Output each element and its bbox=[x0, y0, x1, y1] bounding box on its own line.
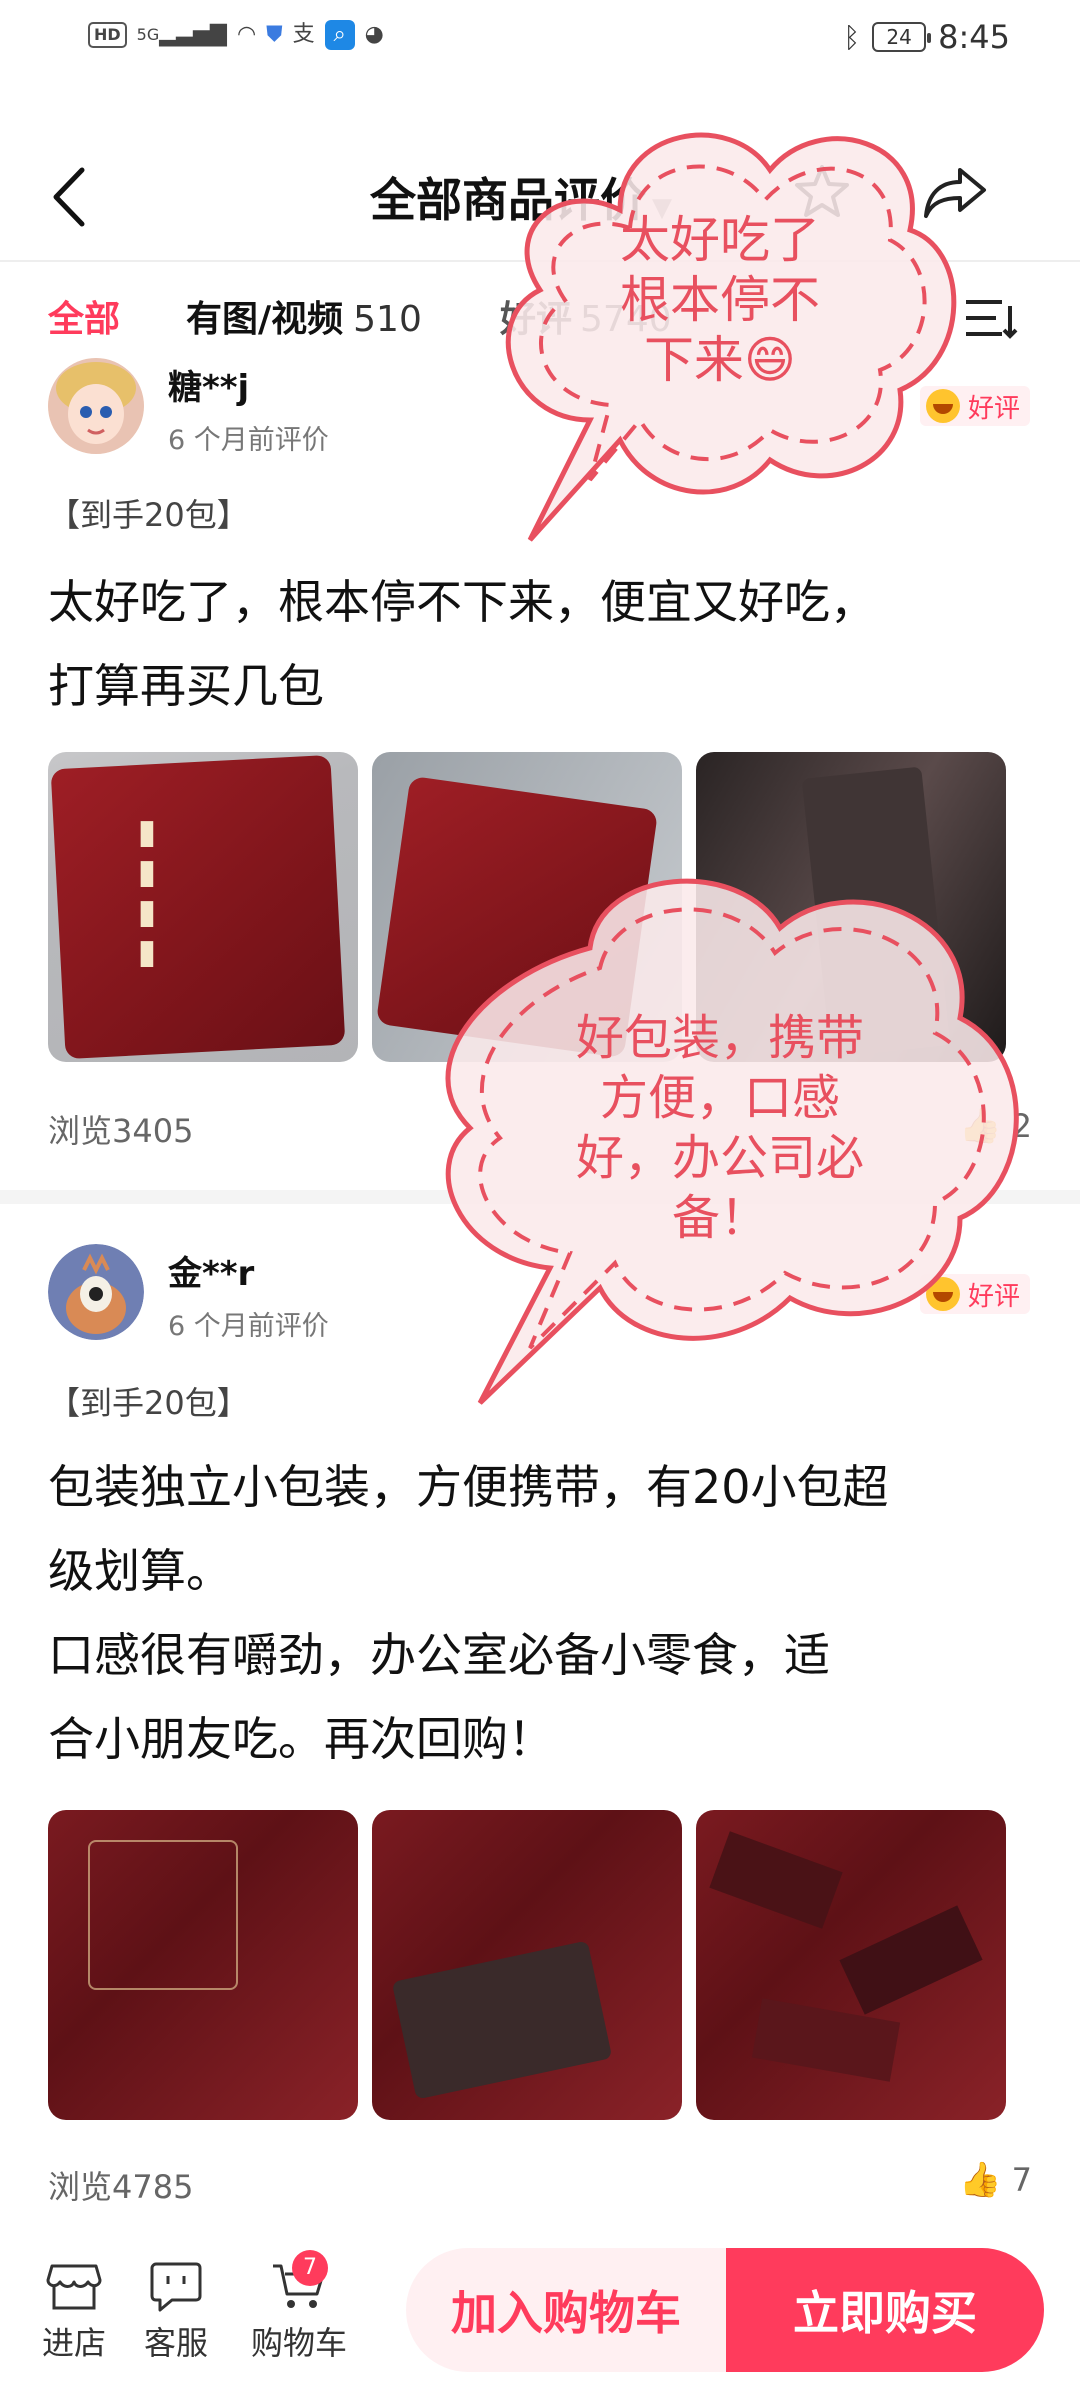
store-button[interactable]: 进店 bbox=[24, 2260, 124, 2364]
filter-menu-icon[interactable] bbox=[962, 296, 1026, 340]
hd-icon: HD bbox=[88, 22, 127, 48]
back-arrow-icon[interactable] bbox=[46, 162, 96, 232]
shield-icon: ⛊ bbox=[266, 22, 283, 47]
review-username[interactable]: 糖**j bbox=[168, 360, 249, 409]
review-photo[interactable]: ▮▮▮▮ bbox=[48, 752, 358, 1062]
review-text: 太好吃了，根本停不下来，便宜又好吃， 打算再买几包 bbox=[48, 575, 876, 713]
avatar[interactable] bbox=[48, 1244, 144, 1340]
rating-label: 好评 bbox=[967, 393, 1020, 424]
tab-all[interactable]: 全部 bbox=[48, 290, 120, 342]
product-strip-image bbox=[709, 1831, 843, 1929]
view-count: 浏览3405 bbox=[48, 1112, 194, 1150]
thumbs-up-icon: 👍 bbox=[959, 2160, 1002, 2200]
signal-icon: 5G▂▃▅▇ bbox=[136, 22, 227, 47]
review-spec: 【到手20包】 bbox=[48, 496, 249, 534]
bluetooth-icon: ᛒ bbox=[843, 20, 861, 54]
speech-bubble-overlay: 太好吃了 根本停不 下来😄 bbox=[470, 100, 970, 560]
customer-service-button[interactable]: 客服 bbox=[126, 2260, 226, 2364]
clock: 8:45 bbox=[938, 18, 1010, 56]
bubble-text: 好包装，携带 方便，口感 好，办公司必 备！ bbox=[575, 1010, 864, 1246]
cart-label: 购物车 bbox=[250, 2324, 347, 2362]
wifi-icon: ◠ bbox=[236, 22, 257, 47]
bottom-action-bar: 进店 客服 7 购物车 加入购物车 立即购买 bbox=[0, 2230, 1080, 2400]
review-text: 包装独立小包装，方便携带，有20小包超 级划算。 口感很有嚼劲，办公室必备小零食… bbox=[48, 1460, 889, 1766]
bubble-text: 太好吃了 根本停不 下来😄 bbox=[620, 211, 820, 389]
review-spec: 【到手20包】 bbox=[48, 1384, 249, 1422]
wechat-icon: ◕ bbox=[364, 22, 384, 47]
add-to-cart-button[interactable]: 加入购物车 bbox=[406, 2248, 726, 2372]
tab-image-video[interactable]: 有图/视频 510 bbox=[186, 290, 422, 342]
product-bag-image bbox=[50, 754, 346, 1060]
status-left-icons: HD 5G▂▃▅▇ ◠ ⛊ 支 ⌕ ◕ bbox=[88, 20, 384, 50]
chat-icon bbox=[150, 2262, 202, 2312]
view-count: 浏览4785 bbox=[48, 2168, 194, 2206]
review-username[interactable]: 金**r bbox=[168, 1246, 254, 1295]
alipay-icon: 支 bbox=[292, 22, 315, 47]
buy-now-button[interactable]: 立即购买 bbox=[726, 2248, 1044, 2372]
like-count: 7 bbox=[1011, 2161, 1032, 2199]
tab-image-video-count: 510 bbox=[353, 299, 422, 340]
review-photos bbox=[48, 1810, 1006, 2120]
tab-image-video-label: 有图/视频 bbox=[186, 299, 344, 340]
review-time: 6 个月前评价 bbox=[168, 425, 329, 456]
like-button[interactable]: 👍 7 bbox=[959, 2160, 1032, 2200]
status-right: ᛒ 24 8:45 bbox=[843, 18, 1010, 56]
review-photo[interactable] bbox=[696, 1810, 1006, 2120]
cart-count-badge: 7 bbox=[292, 2250, 328, 2286]
avatar[interactable] bbox=[48, 358, 144, 454]
review-photo[interactable] bbox=[48, 1810, 358, 2120]
battery-icon: 24 bbox=[872, 22, 932, 52]
tab-all-label: 全部 bbox=[48, 299, 121, 340]
review-time: 6 个月前评价 bbox=[168, 1311, 329, 1342]
speech-bubble-overlay: 好包装，携带 方便，口感 好，办公司必 备！ bbox=[400, 858, 1040, 1418]
product-strip-image bbox=[391, 1940, 613, 2100]
store-icon bbox=[46, 2264, 102, 2310]
cart-button[interactable]: 7 购物车 bbox=[234, 2250, 364, 2364]
bag-print bbox=[88, 1840, 238, 1990]
product-strip-image bbox=[839, 1905, 983, 2015]
review-photo[interactable] bbox=[372, 1810, 682, 2120]
service-label: 客服 bbox=[143, 2324, 208, 2362]
store-label: 进店 bbox=[41, 2324, 106, 2362]
status-bar: HD 5G▂▃▅▇ ◠ ⛊ 支 ⌕ ◕ ᛒ 24 8:45 bbox=[0, 0, 1080, 80]
search-app-icon: ⌕ bbox=[324, 20, 355, 50]
product-strip-image bbox=[751, 1998, 901, 2082]
bag-print: ▮▮▮▮ bbox=[127, 812, 167, 972]
